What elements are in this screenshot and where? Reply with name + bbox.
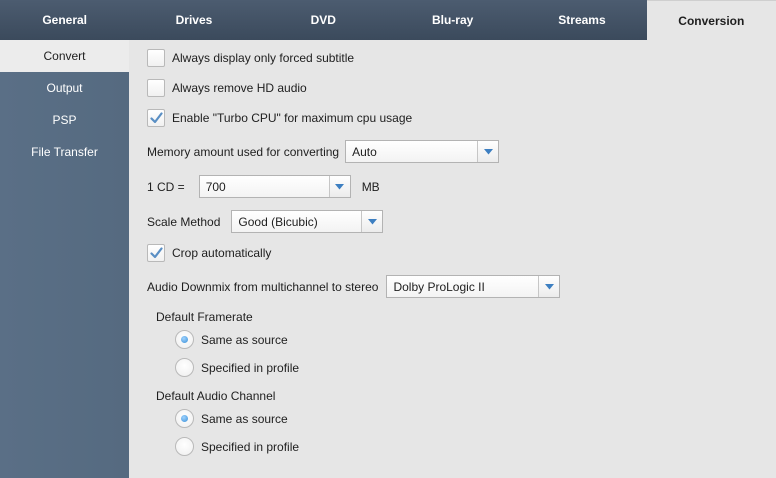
- audio-channel-profile-label: Specified in profile: [201, 439, 300, 454]
- tab-bluray[interactable]: Blu-ray: [388, 0, 517, 40]
- audio-channel-profile-radio[interactable]: [175, 437, 194, 456]
- downmix-row: Audio Downmix from multichannel to stere…: [147, 275, 561, 298]
- crop-row: Crop automatically: [147, 244, 271, 262]
- tab-conversion[interactable]: Conversion: [646, 0, 776, 40]
- tab-streams[interactable]: Streams: [517, 0, 646, 40]
- cd-size-dropdown[interactable]: 700: [198, 175, 351, 198]
- framerate-same-label: Same as source: [201, 332, 288, 347]
- audio-channel-same-label: Same as source: [201, 411, 288, 426]
- audio-channel-same-radio[interactable]: [175, 409, 194, 428]
- checkmark-icon: [149, 112, 163, 124]
- forced-subtitle-row: Always display only forced subtitle: [147, 49, 354, 67]
- forced-subtitle-checkbox[interactable]: [147, 49, 165, 67]
- turbo-cpu-label: Enable "Turbo CPU" for maximum cpu usage: [172, 111, 413, 125]
- forced-subtitle-label: Always display only forced subtitle: [172, 51, 355, 65]
- scale-method-dropdown[interactable]: Good (Bicubic): [231, 210, 384, 233]
- framerate-same-radio[interactable]: [175, 330, 194, 349]
- framerate-option-same[interactable]: Same as source: [175, 330, 288, 349]
- sidebar-item-file-transfer[interactable]: File Transfer: [0, 136, 129, 168]
- remove-hd-audio-checkbox[interactable]: [147, 79, 165, 97]
- audio-channel-option-profile[interactable]: Specified in profile: [175, 437, 299, 456]
- framerate-group-title: Default Framerate: [156, 310, 253, 324]
- checkmark-icon: [149, 247, 163, 259]
- remove-hd-audio-row: Always remove HD audio: [147, 79, 307, 97]
- radio-selected-dot: [181, 415, 188, 422]
- scale-method-label: Scale Method: [147, 214, 221, 229]
- framerate-profile-radio[interactable]: [175, 358, 194, 377]
- chevron-down-icon[interactable]: [328, 176, 350, 197]
- cd-size-label: 1 CD =: [147, 179, 185, 194]
- audio-channel-title: Default Audio Channel: [156, 389, 276, 403]
- sidebar-item-psp[interactable]: PSP: [0, 104, 129, 136]
- cd-size-dropdown-value: 700: [199, 176, 329, 197]
- convert-settings-panel: Always display only forced subtitle Alwa…: [129, 40, 776, 478]
- downmix-label: Audio Downmix from multichannel to stere…: [147, 279, 379, 294]
- audio-channel-group-title: Default Audio Channel: [156, 389, 275, 403]
- sidebar: Convert Output PSP File Transfer: [0, 40, 129, 478]
- tab-dvd[interactable]: DVD: [259, 0, 388, 40]
- framerate-option-profile[interactable]: Specified in profile: [175, 358, 299, 377]
- downmix-dropdown-value: Dolby ProLogic II: [387, 276, 539, 297]
- chevron-down-icon[interactable]: [361, 211, 383, 232]
- audio-channel-option-same[interactable]: Same as source: [175, 409, 288, 428]
- memory-dropdown-value: Auto: [346, 141, 478, 162]
- framerate-profile-label: Specified in profile: [201, 360, 300, 375]
- tab-general[interactable]: General: [0, 0, 129, 40]
- radio-selected-dot: [181, 336, 188, 343]
- memory-label: Memory amount used for converting: [147, 144, 340, 159]
- memory-row: Memory amount used for converting Auto: [147, 140, 500, 163]
- framerate-title: Default Framerate: [156, 310, 253, 324]
- crop-label: Crop automatically: [172, 246, 272, 260]
- tab-drives[interactable]: Drives: [129, 0, 258, 40]
- tab-bar: General Drives DVD Blu-ray Streams Conve…: [0, 0, 776, 40]
- turbo-cpu-checkbox[interactable]: [147, 109, 165, 127]
- sidebar-item-output[interactable]: Output: [0, 72, 129, 104]
- sidebar-item-convert[interactable]: Convert: [0, 40, 129, 72]
- chevron-down-icon[interactable]: [538, 276, 560, 297]
- memory-dropdown[interactable]: Auto: [345, 140, 500, 163]
- cd-size-unit: MB: [361, 179, 380, 194]
- downmix-dropdown[interactable]: Dolby ProLogic II: [386, 275, 561, 298]
- scale-method-dropdown-value: Good (Bicubic): [232, 211, 362, 232]
- turbo-cpu-row: Enable "Turbo CPU" for maximum cpu usage: [147, 109, 412, 127]
- crop-checkbox[interactable]: [147, 244, 165, 262]
- chevron-down-icon[interactable]: [477, 141, 499, 162]
- cd-size-row: 1 CD = 700 MB: [147, 175, 380, 198]
- scale-method-row: Scale Method Good (Bicubic): [147, 210, 384, 233]
- remove-hd-audio-label: Always remove HD audio: [172, 81, 307, 95]
